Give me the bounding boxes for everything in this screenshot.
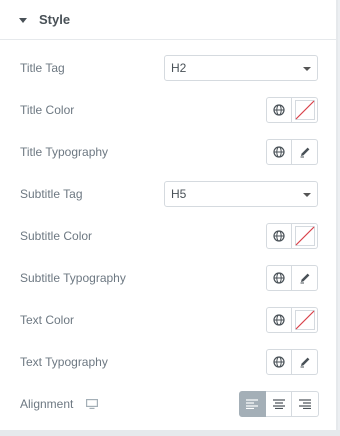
globe-icon (273, 104, 285, 116)
pencil-icon (300, 273, 309, 284)
edit-typography-button[interactable] (292, 349, 318, 375)
global-colors-button[interactable] (266, 97, 292, 123)
color-swatch-empty-icon (294, 310, 315, 330)
globe-icon (273, 146, 285, 158)
globe-icon (273, 356, 285, 368)
color-swatch-empty-icon (294, 100, 315, 120)
edit-typography-button[interactable] (292, 139, 318, 165)
pencil-icon (300, 147, 309, 158)
edit-typography-button[interactable] (292, 265, 318, 291)
text-typography-row: Text Typography (0, 349, 338, 375)
title-tag-row: Title Tag H2 (0, 55, 338, 81)
chevron-down-icon (303, 67, 311, 71)
align-left-icon (246, 399, 259, 409)
global-fonts-button[interactable] (266, 139, 292, 165)
subtitle-tag-select[interactable]: H5 (164, 181, 318, 207)
alignment-choices (239, 391, 319, 417)
text-color-row: Text Color (0, 307, 338, 333)
subtitle-color-picker[interactable] (292, 223, 318, 249)
subtitle-typography-label: Subtitle Typography (20, 271, 126, 285)
style-section-toggle[interactable]: Style (0, 0, 336, 40)
text-typography-label: Text Typography (20, 355, 108, 369)
subtitle-color-row: Subtitle Color (0, 223, 338, 249)
alignment-row: Alignment (0, 391, 338, 417)
chevron-down-icon (303, 193, 311, 197)
global-colors-button[interactable] (266, 307, 292, 333)
text-color-label: Text Color (20, 313, 75, 327)
color-swatch-empty-icon (294, 226, 315, 246)
title-typography-controls (266, 139, 318, 165)
style-panel: Style Title Tag H2 Title Color Title Typ… (0, 0, 338, 430)
title-tag-label: Title Tag (20, 61, 65, 75)
align-right-button[interactable] (292, 391, 319, 417)
subtitle-color-controls (266, 223, 318, 249)
title-typography-row: Title Typography (0, 139, 338, 165)
global-fonts-button[interactable] (266, 265, 292, 291)
subtitle-color-label: Subtitle Color (20, 229, 93, 243)
title-tag-value: H2 (171, 61, 187, 75)
global-colors-button[interactable] (266, 223, 292, 249)
align-center-icon (272, 399, 285, 409)
title-color-label: Title Color (20, 103, 75, 117)
panel-bottom-divider (0, 430, 340, 436)
alignment-label: Alignment (20, 397, 98, 411)
caret-down-icon (19, 17, 27, 23)
text-color-picker[interactable] (292, 307, 318, 333)
text-typography-controls (266, 349, 318, 375)
subtitle-typography-row: Subtitle Typography (0, 265, 338, 291)
globe-icon (273, 314, 285, 326)
text-color-controls (266, 307, 318, 333)
title-color-picker[interactable] (292, 97, 318, 123)
align-center-button[interactable] (265, 391, 293, 417)
alignment-label-text: Alignment (20, 397, 74, 411)
subtitle-tag-value: H5 (171, 187, 187, 201)
align-right-icon (299, 399, 312, 409)
subtitle-typography-controls (266, 265, 318, 291)
globe-icon (273, 272, 285, 284)
section-title: Style (39, 12, 71, 27)
align-left-button[interactable] (239, 391, 266, 417)
title-color-controls (266, 97, 318, 123)
title-color-row: Title Color (0, 97, 338, 123)
desktop-icon[interactable] (85, 399, 98, 409)
globe-icon (273, 230, 285, 242)
global-fonts-button[interactable] (266, 349, 292, 375)
title-tag-select[interactable]: H2 (164, 55, 318, 81)
title-typography-label: Title Typography (20, 145, 109, 159)
subtitle-tag-label: Subtitle Tag (20, 187, 83, 201)
pencil-icon (300, 357, 309, 368)
subtitle-tag-row: Subtitle Tag H5 (0, 181, 338, 207)
